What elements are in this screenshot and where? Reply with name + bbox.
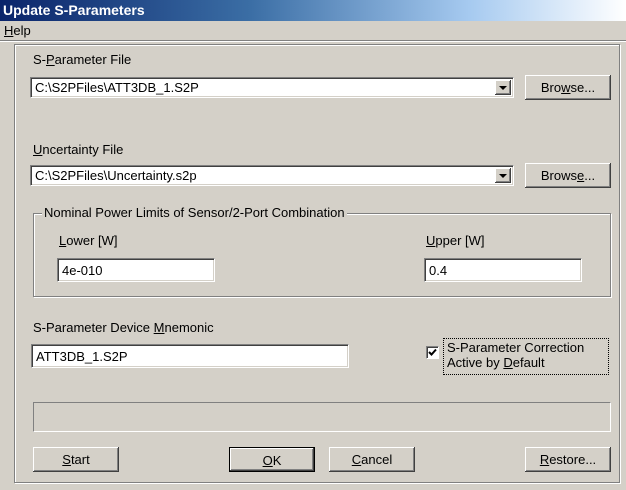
menu-help[interactable]: Help bbox=[4, 23, 31, 38]
sparam-file-value: C:\S2PFiles\ATT3DB_1.S2P bbox=[35, 80, 199, 95]
dropdown-arrow-icon[interactable] bbox=[495, 168, 511, 183]
mnemonic-label: S-Parameter Device Mnemonic bbox=[33, 320, 214, 335]
power-limits-caption: Nominal Power Limits of Sensor/2-Port Co… bbox=[42, 205, 347, 220]
dropdown-arrow-icon[interactable] bbox=[495, 80, 511, 95]
correction-label[interactable]: S-Parameter Correction Active by Default bbox=[443, 338, 609, 375]
mnemonic-input[interactable]: ATT3DB_1.S2P bbox=[31, 344, 349, 368]
checkmark-icon bbox=[428, 348, 437, 356]
sparam-browse-button[interactable]: Browse... bbox=[525, 75, 611, 100]
correction-label-line1: S-Parameter Correction bbox=[447, 340, 585, 355]
progress-bar bbox=[33, 402, 611, 432]
uncertainty-browse-button[interactable]: Browse... bbox=[525, 163, 611, 188]
title-bar[interactable]: Update S-Parameters bbox=[0, 0, 626, 21]
upper-label: Upper [W] bbox=[426, 233, 485, 248]
window-title: Update S-Parameters bbox=[3, 2, 145, 18]
correction-checkbox[interactable] bbox=[426, 346, 439, 359]
uncertainty-file-combo[interactable]: C:\S2PFiles\Uncertainty.s2p bbox=[30, 165, 514, 186]
uncertainty-file-value: C:\S2PFiles\Uncertainty.s2p bbox=[35, 168, 197, 183]
restore-button[interactable]: Restore... bbox=[525, 447, 611, 472]
correction-label-line2: Active by Default bbox=[447, 355, 545, 370]
menu-bar: Help bbox=[0, 21, 626, 40]
uncertainty-file-label: Uncertainty File bbox=[33, 142, 124, 157]
upper-input[interactable]: 0.4 bbox=[424, 258, 582, 282]
lower-label: Lower [W] bbox=[59, 233, 118, 248]
menu-separator bbox=[0, 40, 626, 42]
ok-button[interactable]: OK bbox=[229, 447, 315, 472]
dialog-window: Update S-Parameters Help S-Parameter Fil… bbox=[0, 0, 626, 490]
cancel-button[interactable]: Cancel bbox=[329, 447, 415, 472]
sparam-file-combo[interactable]: C:\S2PFiles\ATT3DB_1.S2P bbox=[30, 77, 514, 98]
start-button[interactable]: Start bbox=[33, 447, 119, 472]
lower-input[interactable]: 4e-010 bbox=[57, 258, 215, 282]
sparam-file-label: S-Parameter File bbox=[33, 52, 132, 67]
power-limits-group: Nominal Power Limits of Sensor/2-Port Co… bbox=[33, 205, 611, 297]
